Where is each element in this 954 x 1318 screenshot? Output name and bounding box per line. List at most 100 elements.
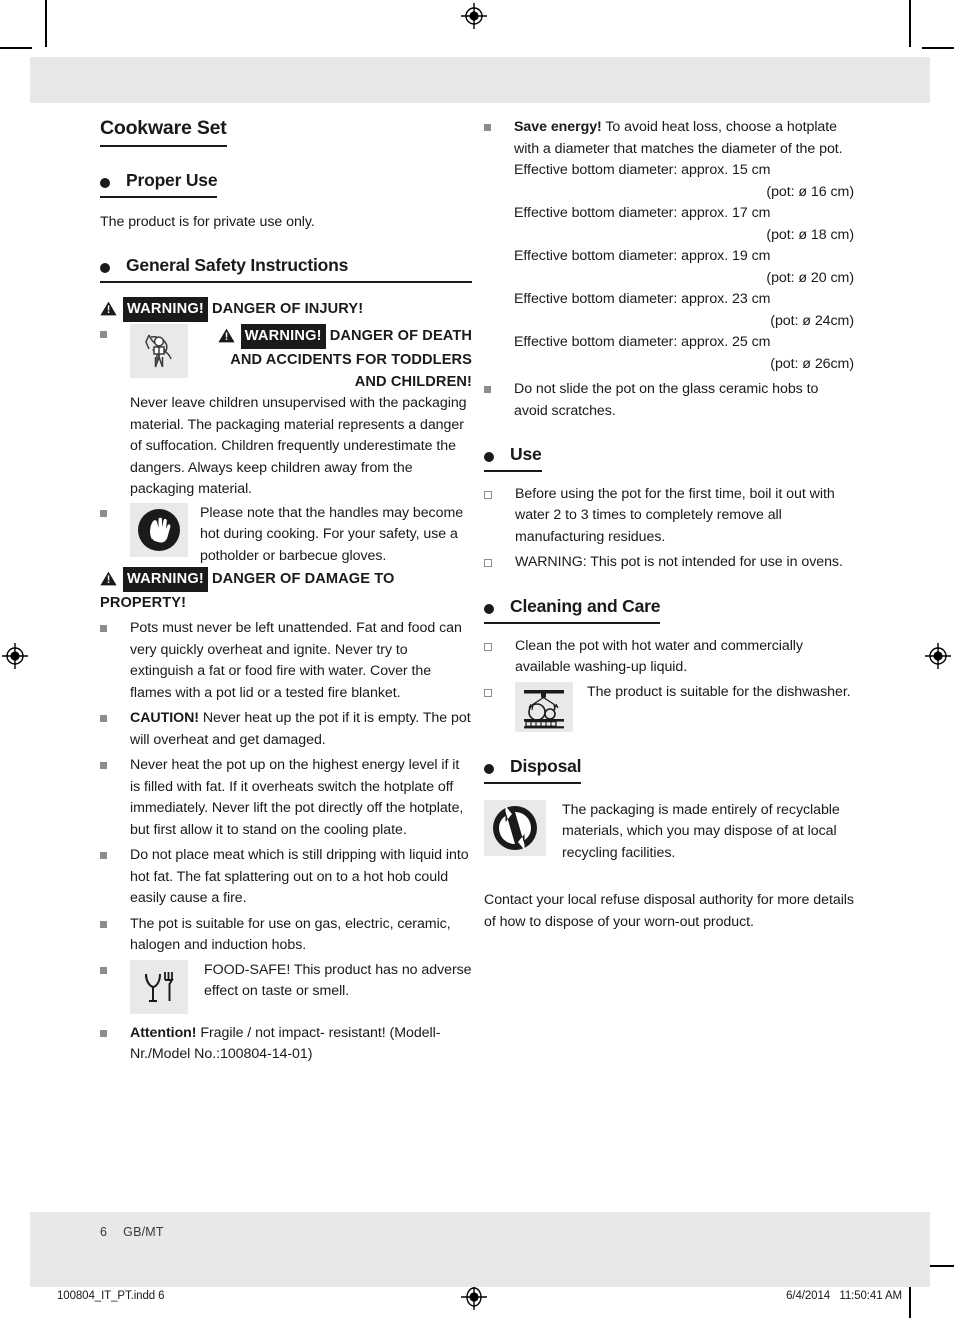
- print-timestamp: 6/4/2014 11:50:41 AM: [786, 1290, 902, 1302]
- list-bullet-icon: [100, 920, 107, 928]
- folio-locale: GB/MT: [123, 1225, 164, 1239]
- folio-page-number: 6: [100, 1225, 108, 1239]
- list-bullet-hollow-icon: [484, 490, 492, 499]
- print-time: 11:50:41 AM: [839, 1290, 902, 1302]
- section-heading-general-safety: General Safety Instructions: [126, 255, 349, 276]
- list-bullet-hollow-icon: [484, 642, 492, 651]
- dishwasher-icon: [515, 681, 573, 732]
- right-column: Save energy! To avoid heat loss, choose …: [484, 103, 854, 933]
- warning-children-row: WARNING! DANGER OF DEATH AND ACCIDENTS FO…: [130, 324, 472, 393]
- caution-lead: CAUTION!: [130, 710, 199, 727]
- warning-triangle-icon: [100, 301, 117, 316]
- proper-use-body: The product is for private use only.: [100, 213, 315, 230]
- registration-mark-bottom: [461, 1284, 487, 1310]
- diameter-3-pot: (pot: ø 24cm): [770, 312, 854, 329]
- disposal-contact-text: Contact your local refuse disposal autho…: [484, 892, 854, 930]
- warning-tag: WARNING!: [123, 297, 208, 323]
- header-band: [30, 57, 930, 103]
- list-item: Never heat the pot up on the highest ene…: [100, 755, 472, 841]
- list-item: WARNING: This pot is not intended for us…: [484, 552, 854, 574]
- diameter-0-pot: (pot: ø 16 cm): [766, 183, 854, 200]
- registration-mark-right: [925, 643, 951, 669]
- crop-mark-right-top: [922, 47, 954, 49]
- list-item: The product is suitable for the dishwash…: [484, 681, 854, 732]
- section-general-safety: General Safety Instructions: [100, 255, 472, 284]
- warning-injury: WARNING! DANGER OF INJURY!: [100, 297, 472, 323]
- handles-hot-text: Please note that the handles may become …: [200, 504, 464, 564]
- list-bullet-icon: [484, 124, 491, 131]
- left-column: Cookware Set Proper Use The product is f…: [100, 103, 472, 1066]
- list-item: CAUTION! Never heat up the pot if it is …: [100, 708, 472, 751]
- glove-icon: [130, 502, 188, 557]
- list-bullet-hollow-icon: [484, 688, 492, 697]
- diameter-3-effective: Effective bottom diameter: approx. 23 cm: [514, 291, 771, 307]
- diameter-2-effective: Effective bottom diameter: approx. 19 cm: [514, 248, 771, 264]
- save-energy-lead: Save energy!: [514, 119, 602, 135]
- list-item: Pots must never be left unattended. Fat …: [100, 618, 472, 704]
- warning-children-body: Never leave children unsupervised with t…: [130, 395, 467, 498]
- section-cleaning-and-care: Cleaning and Care: [484, 596, 660, 624]
- list-item: WARNING! DANGER OF DEATH AND ACCIDENTS FO…: [100, 324, 472, 501]
- list-item: Please note that the handles may become …: [100, 502, 472, 568]
- list-bullet-icon: [100, 715, 107, 723]
- list-bullet-icon: [100, 331, 107, 339]
- diameter-2-pot: (pot: ø 20 cm): [766, 269, 854, 286]
- warning-property: WARNING! DANGER OF DAMAGE TO PROPERTY!: [100, 567, 472, 614]
- list-bullet-icon: [100, 966, 107, 974]
- warning-triangle-icon: [218, 328, 235, 343]
- use-list: Before using the pot for the first time,…: [484, 484, 854, 574]
- use-item-text: WARNING: This pot is not intended for us…: [515, 554, 843, 571]
- crop-mark-top-right: [909, 0, 911, 47]
- right-top-list: Save energy! To avoid heat loss, choose …: [484, 117, 854, 422]
- dishwasher-text: The product is suitable for the dishwash…: [587, 683, 851, 700]
- section-heading-disposal: Disposal: [510, 755, 582, 776]
- diameter-0-effective: Effective bottom diameter: approx. 15 cm: [514, 162, 771, 178]
- list-bullet-icon: [484, 386, 491, 393]
- section-bullet-icon: [484, 603, 494, 614]
- section-use: Use: [484, 444, 542, 472]
- use-item-text: Before using the pot for the first time,…: [515, 485, 835, 545]
- section-disposal: Disposal: [484, 755, 582, 784]
- diameter-4-effective: Effective bottom diameter: approx. 25 cm: [514, 334, 771, 350]
- warning-injury-text: DANGER OF INJURY!: [212, 301, 364, 318]
- list-bullet-icon: [100, 625, 107, 633]
- footer-band: [30, 1212, 930, 1287]
- diameter-1-pot: (pot: ø 18 cm): [766, 226, 854, 243]
- warning-children-block: WARNING! DANGER OF DEATH AND ACCIDENTS FO…: [130, 324, 472, 501]
- section-bullet-icon: [100, 178, 110, 188]
- list-bullet-icon: [100, 1029, 107, 1037]
- general-safety-list: WARNING! DANGER OF DEATH AND ACCIDENTS FO…: [100, 324, 472, 567]
- section-bullet-icon: [484, 452, 494, 462]
- page: Cookware Set Proper Use The product is f…: [0, 0, 954, 1318]
- folio: 6 GB/MT: [100, 1225, 164, 1239]
- handles-hot-block: Please note that the handles may become …: [130, 502, 472, 568]
- section-bullet-icon: [100, 263, 110, 274]
- recycle-text: The packaging is made entirely of recycl…: [562, 801, 840, 861]
- list-item: Clean the pot with hot water and commerc…: [484, 636, 854, 679]
- list-item: Attention! Fragile / not impact- resista…: [100, 1023, 472, 1066]
- safety-item-text: Never heat the pot up on the highest ene…: [130, 757, 464, 838]
- print-date: 6/4/2014: [786, 1290, 831, 1302]
- safety-item-text: The pot is suitable for use on gas, elec…: [130, 915, 451, 954]
- page-title-wrap: Cookware Set: [100, 103, 472, 147]
- warning-triangle-icon: [100, 571, 117, 586]
- crop-mark-top-left: [45, 0, 47, 47]
- save-energy-block: Save energy! To avoid heat loss, choose …: [514, 117, 854, 375]
- recycle-row: The packaging is made entirely of recycl…: [484, 799, 854, 865]
- page-title: Cookware Set: [100, 117, 227, 147]
- registration-mark-left: [2, 643, 28, 669]
- safety-item-wrap: CAUTION! Never heat up the pot if it is …: [130, 708, 472, 751]
- list-item: Do not place meat which is still drippin…: [100, 845, 472, 910]
- print-file-name: 100804_IT_PT.indd 6: [57, 1290, 165, 1302]
- cleaning-item-text: Clean the pot with hot water and commerc…: [515, 637, 803, 676]
- cleaning-list: Clean the pot with hot water and commerc…: [484, 636, 854, 732]
- section-heading-proper-use: Proper Use: [126, 170, 218, 190]
- diameter-1-effective: Effective bottom diameter: approx. 17 cm: [514, 205, 771, 221]
- section-heading-cleaning: Cleaning and Care: [510, 595, 661, 616]
- attention-wrap: Attention! Fragile / not impact- resista…: [130, 1023, 472, 1066]
- safety-item-text: Pots must never be left unattended. Fat …: [130, 620, 462, 701]
- crop-mark-left-top: [0, 47, 32, 49]
- food-safe-text: FOOD-SAFE! This product has no adverse e…: [204, 961, 472, 1000]
- handles-hot-row: Please note that the handles may become …: [130, 502, 472, 568]
- registration-mark-top: [461, 3, 487, 29]
